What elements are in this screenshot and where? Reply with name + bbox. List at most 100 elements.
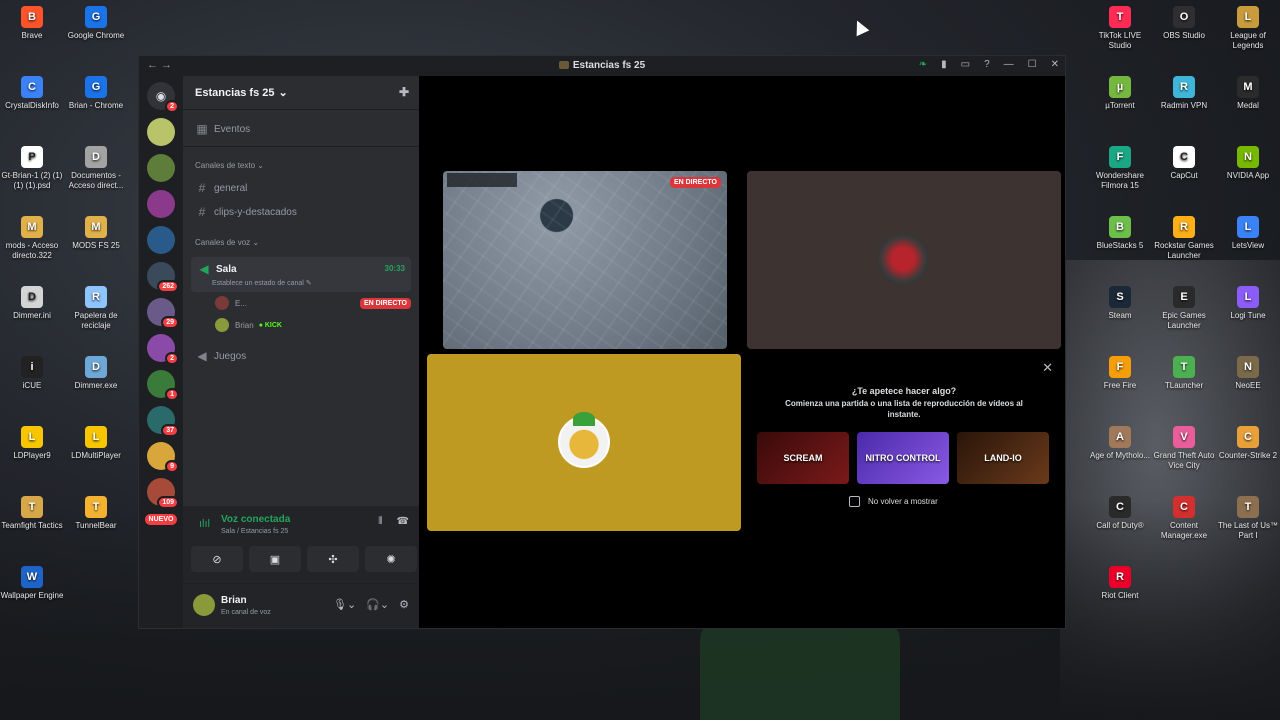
- desktop-shortcut[interactable]: L League of Legends: [1216, 6, 1280, 51]
- desktop-shortcut[interactable]: i iCUE: [0, 356, 64, 391]
- stream-tile[interactable]: EN DIRECTO: [443, 171, 727, 349]
- activity-card-nitro-control[interactable]: NITRO CONTROL: [857, 432, 949, 484]
- signal-icon[interactable]: ılıl: [199, 518, 210, 530]
- voice-channel-juegos[interactable]: ◀ Juegos: [183, 344, 419, 368]
- help-icon[interactable]: ?: [984, 59, 990, 70]
- desktop-shortcut[interactable]: A Age of Mytholo...: [1088, 426, 1152, 461]
- desktop-shortcut[interactable]: R Papelera de reciclaje: [64, 286, 128, 331]
- maximize-icon[interactable]: ☐: [1028, 59, 1037, 70]
- shortcut-label: mods - Acceso directo.322: [5, 241, 59, 260]
- desktop-shortcut[interactable]: N NVIDIA App: [1216, 146, 1280, 181]
- voice-status-subtitle[interactable]: Sala / Estancias fs 25: [221, 528, 288, 535]
- screen-share-button[interactable]: ▣: [249, 546, 301, 572]
- desktop-shortcut[interactable]: R Riot Client: [1088, 566, 1152, 601]
- close-icon[interactable]: ✕: [1042, 360, 1053, 376]
- desktop-shortcut[interactable]: R Rockstar Games Launcher: [1152, 216, 1216, 261]
- voice-category[interactable]: Canales de voz ⌄: [183, 224, 419, 253]
- voice-member[interactable]: E... EN DIRECTO: [183, 292, 419, 314]
- desktop-shortcut[interactable]: D Dimmer.exe: [64, 356, 128, 391]
- headphones-icon[interactable]: 🎧⌄: [366, 598, 389, 611]
- participant-tile[interactable]: [747, 171, 1061, 349]
- disconnect-icon[interactable]: ☎: [397, 516, 409, 527]
- desktop-shortcut[interactable]: E Epic Games Launcher: [1152, 286, 1216, 331]
- channel-clips[interactable]: # clips-y-destacados: [183, 200, 419, 224]
- desktop-shortcut[interactable]: S Steam: [1088, 286, 1152, 321]
- new-badge[interactable]: NUEVO: [144, 514, 178, 525]
- invite-people-icon[interactable]: ✚: [399, 85, 409, 99]
- desktop-shortcut[interactable]: L LDPlayer9: [0, 426, 64, 461]
- desktop-shortcut[interactable]: T TunnelBear: [64, 496, 128, 531]
- desktop-shortcut[interactable]: O OBS Studio: [1152, 6, 1216, 41]
- voice-member[interactable]: Brian ● KICK: [183, 314, 419, 336]
- desktop-shortcut[interactable]: W Wallpaper Engine: [0, 566, 64, 601]
- activity-card-land-io[interactable]: LAND-IO: [957, 432, 1049, 484]
- server-icon[interactable]: 262: [147, 262, 179, 293]
- server-icon[interactable]: [147, 190, 175, 218]
- desktop-shortcut[interactable]: F Free Fire: [1088, 356, 1152, 391]
- server-icon[interactable]: 1: [147, 370, 179, 401]
- voice-channel-sala[interactable]: ◀ Sala 30:33 Establece un estado de cana…: [191, 257, 411, 292]
- desktop-shortcut[interactable]: C Call of Duty®: [1088, 496, 1152, 531]
- camera-button[interactable]: ⊘: [191, 546, 243, 572]
- server-icon[interactable]: 2: [147, 334, 179, 365]
- server-icon[interactable]: 29: [147, 298, 179, 329]
- desktop-shortcut[interactable]: G Brian - Chrome: [64, 76, 128, 111]
- avatar[interactable]: [193, 594, 215, 616]
- close-icon[interactable]: ✕: [1051, 59, 1059, 70]
- desktop-shortcut[interactable]: C Content Manager.exe: [1152, 496, 1216, 541]
- home-dm-button[interactable]: ◉ 2: [147, 82, 179, 113]
- voice-status-title[interactable]: Voz conectada: [221, 514, 290, 525]
- activities-button[interactable]: ✣: [307, 546, 359, 572]
- text-category[interactable]: Canales de texto ⌄: [183, 147, 419, 176]
- user-name[interactable]: Brian: [221, 595, 247, 606]
- minimize-icon[interactable]: —: [1004, 59, 1014, 70]
- settings-gear-icon[interactable]: ⚙: [399, 598, 409, 611]
- desktop-shortcut[interactable]: R Radmin VPN: [1152, 76, 1216, 111]
- desktop-shortcut[interactable]: C CrystalDiskInfo: [0, 76, 64, 111]
- server-icon[interactable]: [147, 118, 175, 146]
- desktop-shortcut[interactable]: T The Last of Us™ Part I: [1216, 496, 1280, 541]
- mention-badge: 1: [165, 388, 179, 401]
- desktop-shortcut[interactable]: C Counter-Strike 2: [1216, 426, 1280, 461]
- desktop-shortcut[interactable]: L Logi Tune: [1216, 286, 1280, 321]
- desktop-shortcut[interactable]: T TikTok LIVE Studio: [1088, 6, 1152, 51]
- desktop-shortcut[interactable]: D Documentos - Acceso direct...: [64, 146, 128, 191]
- nitro-leaf-icon[interactable]: ❧: [919, 59, 927, 70]
- desktop-shortcut[interactable]: F Wondershare Filmora 15: [1088, 146, 1152, 191]
- microphone-icon[interactable]: 🎙⌄: [333, 598, 356, 611]
- title-bar: ← → Estancias fs 25 ❧ ▮ ▭ ? — ☐ ✕: [139, 56, 1065, 76]
- desktop-shortcut[interactable]: L LetsView: [1216, 216, 1280, 251]
- desktop-shortcut[interactable]: P Gt-Brian-1 (2) (1) (1) (1).psd: [0, 146, 64, 191]
- server-icon[interactable]: 9: [147, 442, 179, 473]
- noise-suppression-icon[interactable]: ⦀: [378, 516, 382, 527]
- participant-tile-brian[interactable]: [427, 354, 741, 531]
- server-icon[interactable]: [147, 154, 175, 182]
- desktop-shortcut[interactable]: Mmods - Acceso directo.322: [0, 216, 64, 261]
- desktop-shortcut[interactable]: D Dimmer.ini: [0, 286, 64, 321]
- server-icon[interactable]: 37: [147, 406, 179, 437]
- desktop-shortcut[interactable]: M MODS FS 25: [64, 216, 128, 251]
- activity-card-scream[interactable]: SCREAM: [757, 432, 849, 484]
- server-icon[interactable]: [147, 226, 175, 254]
- desktop-shortcut[interactable]: V Grand Theft Auto Vice City: [1152, 426, 1216, 471]
- desktop-shortcut[interactable]: L LDMultiPlayer: [64, 426, 128, 461]
- channel-status[interactable]: Establece un estado de canal ✎: [197, 279, 405, 287]
- guild-header[interactable]: Estancias fs 25 ⌄ ✚: [183, 76, 419, 110]
- channel-general[interactable]: # general: [183, 176, 419, 200]
- desktop-shortcut[interactable]: G Google Chrome: [64, 6, 128, 41]
- desktop-shortcut[interactable]: B Brave: [0, 6, 64, 41]
- dont-show-again-checkbox[interactable]: No volver a mostrar: [849, 496, 938, 507]
- inbox-icon[interactable]: ▭: [961, 59, 970, 70]
- bookmark-icon[interactable]: ▮: [941, 59, 947, 70]
- desktop-shortcut[interactable]: M Medal: [1216, 76, 1280, 111]
- desktop-shortcut[interactable]: T TLauncher: [1152, 356, 1216, 391]
- checkbox-box[interactable]: [849, 496, 860, 507]
- desktop-shortcut[interactable]: B BlueStacks 5: [1088, 216, 1152, 251]
- desktop-shortcut[interactable]: N NeoEE: [1216, 356, 1280, 391]
- server-icon[interactable]: 109: [147, 478, 179, 509]
- desktop-shortcut[interactable]: T Teamfight Tactics: [0, 496, 64, 531]
- soundboard-button[interactable]: ✺: [365, 546, 417, 572]
- desktop-shortcut[interactable]: C CapCut: [1152, 146, 1216, 181]
- events-item[interactable]: ▦ Eventos: [183, 110, 419, 147]
- desktop-shortcut[interactable]: µ µTorrent: [1088, 76, 1152, 111]
